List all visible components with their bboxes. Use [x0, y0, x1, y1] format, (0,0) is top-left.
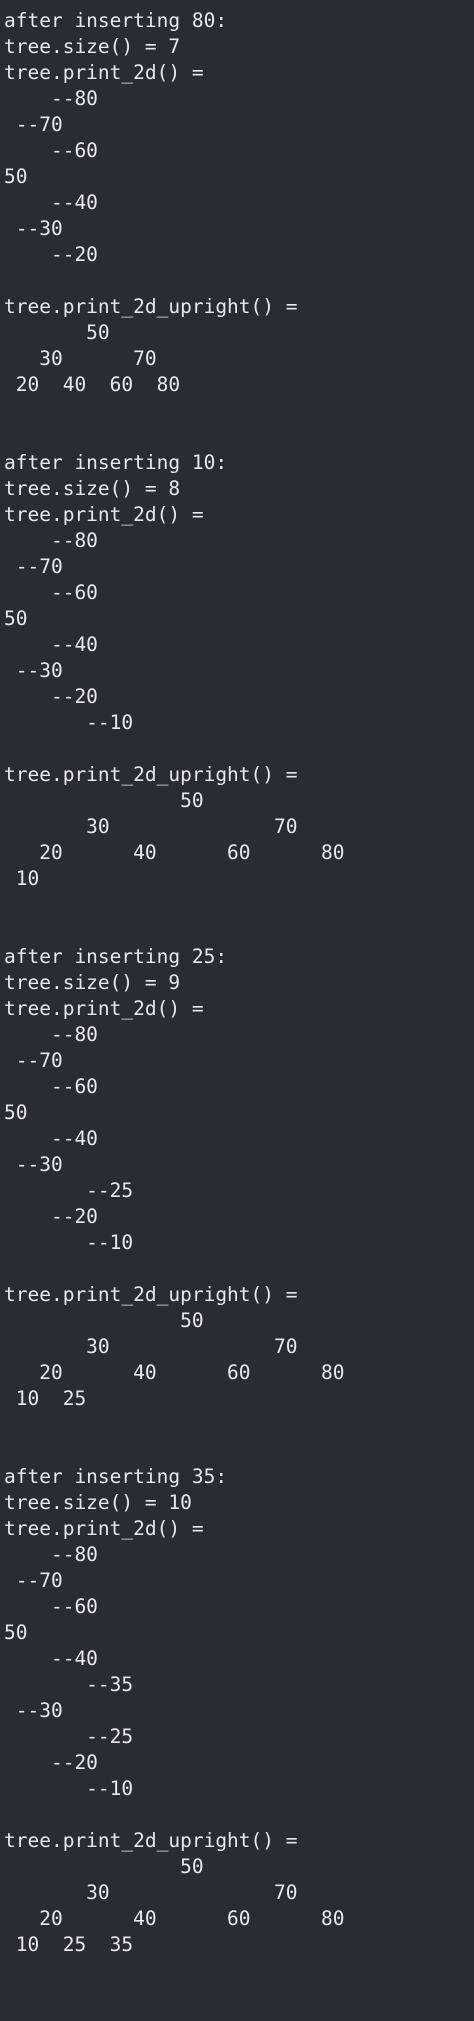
output-line: 50: [4, 607, 28, 630]
output-line: --80: [4, 1543, 98, 1566]
output-line: 50: [4, 321, 110, 344]
output-line: 20 40 60 80: [4, 1361, 345, 1384]
output-line: 30 70: [4, 815, 298, 838]
output-line: --80: [4, 1023, 98, 1046]
output-line: tree.print_2d() =: [4, 997, 204, 1020]
output-line: tree.print_2d() =: [4, 503, 204, 526]
terminal-output-panel: after inserting 80: tree.size() = 7 tree…: [0, 0, 474, 2021]
output-line: --10: [4, 1777, 134, 1800]
output-line: --70: [4, 555, 63, 578]
output-line: 50: [4, 1101, 28, 1124]
output-line: --30: [4, 1699, 63, 1722]
output-line: tree.print_2d_upright() =: [4, 1829, 298, 1852]
output-line: 50: [4, 165, 28, 188]
output-line: 30 70: [4, 1335, 298, 1358]
output-line: --70: [4, 1049, 63, 1072]
output-line: 50: [4, 789, 204, 812]
output-line: --40: [4, 633, 98, 656]
output-line: --30: [4, 659, 63, 682]
output-line: --30: [4, 217, 63, 240]
output-line: --60: [4, 581, 98, 604]
output-line: tree.print_2d_upright() =: [4, 763, 298, 786]
output-line: tree.size() = 7: [4, 35, 181, 58]
output-line: 20 40 60 80: [4, 1907, 345, 1930]
output-line: tree.print_2d_upright() =: [4, 1283, 298, 1306]
output-line: --60: [4, 139, 98, 162]
output-line: --25: [4, 1725, 134, 1748]
output-line: 50: [4, 1855, 204, 1878]
output-line: --40: [4, 1127, 98, 1150]
output-line: --40: [4, 1647, 98, 1670]
output-line: 30 70: [4, 347, 157, 370]
output-line: --70: [4, 1569, 63, 1592]
output-line: --80: [4, 87, 98, 110]
output-line: --30: [4, 1153, 63, 1176]
output-line: 20 40 60 80: [4, 373, 181, 396]
output-line: after inserting 25:: [4, 945, 228, 968]
output-line: --10: [4, 1231, 134, 1254]
output-line: --60: [4, 1595, 98, 1618]
output-line: tree.print_2d() =: [4, 1517, 204, 1540]
output-line: tree.size() = 10: [4, 1491, 192, 1514]
output-line: tree.size() = 9: [4, 971, 181, 994]
output-line: --10: [4, 711, 134, 734]
output-line: after inserting 80:: [4, 9, 228, 32]
output-line: 50: [4, 1309, 204, 1332]
output-line: --20: [4, 1205, 98, 1228]
output-line: --60: [4, 1075, 98, 1098]
output-line: --20: [4, 1751, 98, 1774]
output-line: 10 25: [4, 1387, 87, 1410]
output-line: tree.print_2d_upright() =: [4, 295, 298, 318]
console-output: after inserting 80: tree.size() = 7 tree…: [0, 0, 474, 1958]
output-line: tree.print_2d() =: [4, 61, 204, 84]
output-line: --40: [4, 191, 98, 214]
output-line: after inserting 35:: [4, 1465, 228, 1488]
output-line: 10 25 35: [4, 1933, 134, 1956]
output-line: --80: [4, 529, 98, 552]
output-line: 20 40 60 80: [4, 841, 345, 864]
output-line: --35: [4, 1673, 134, 1696]
output-line: --20: [4, 243, 98, 266]
output-line: 30 70: [4, 1881, 298, 1904]
output-line: --20: [4, 685, 98, 708]
output-line: after inserting 10:: [4, 451, 228, 474]
output-line: 50: [4, 1621, 28, 1644]
output-line: --25: [4, 1179, 134, 1202]
output-line: tree.size() = 8: [4, 477, 181, 500]
output-line: 10: [4, 867, 40, 890]
output-line: --70: [4, 113, 63, 136]
